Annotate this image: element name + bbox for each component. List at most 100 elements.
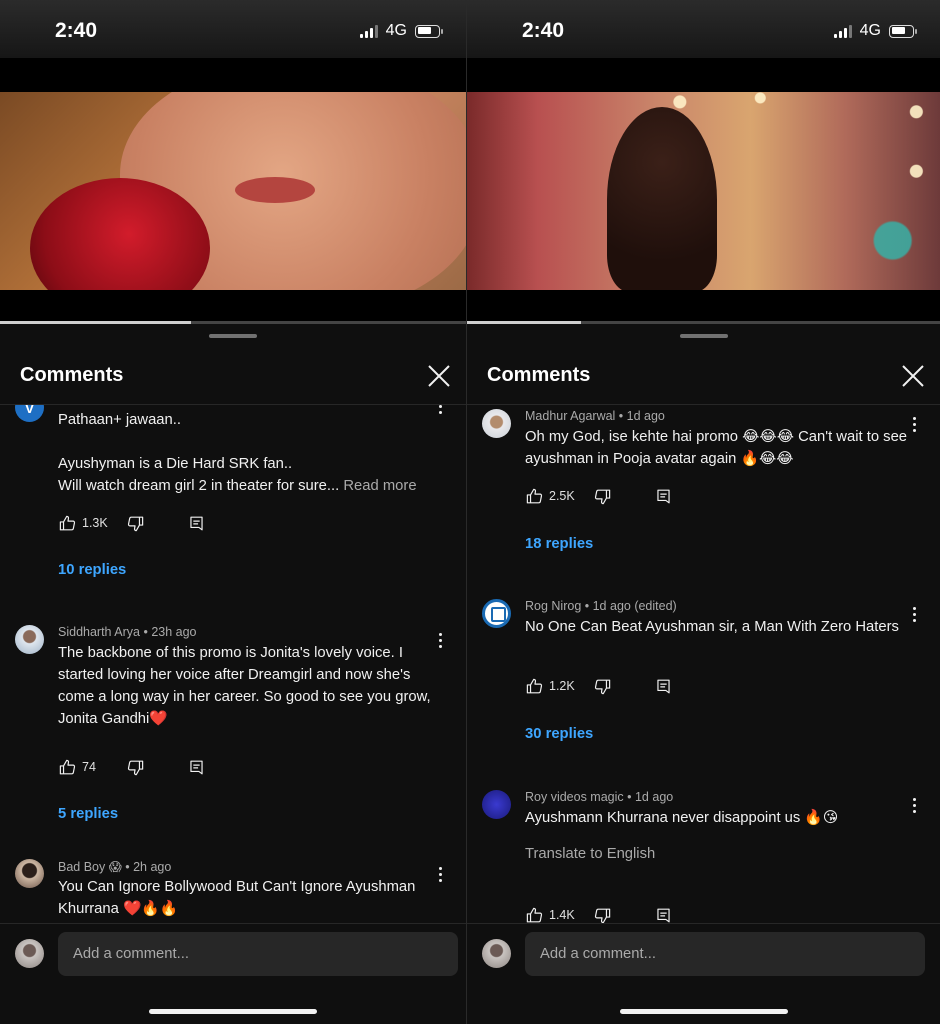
avatar[interactable]	[15, 859, 44, 888]
reply-icon	[190, 760, 203, 774]
comment-meta: Madhur Agarwal • 1d ago	[525, 409, 665, 423]
status-time: 2:40	[55, 19, 98, 42]
like-count: 2.5K	[549, 489, 575, 503]
close-icon	[428, 365, 450, 387]
video-progress-bar[interactable]	[0, 321, 466, 324]
dislike-button[interactable]	[593, 485, 612, 507]
view-replies-link[interactable]: 18 replies	[525, 536, 593, 552]
dislike-button[interactable]	[593, 675, 612, 697]
avatar[interactable]	[15, 625, 44, 654]
video-player[interactable]	[467, 58, 940, 324]
comment-meta: Bad Boy 😱 • 2h ago	[58, 860, 172, 874]
video-player[interactable]	[0, 58, 466, 324]
comments-sheet: Comments Madhur Agarwal • 1d ago Oh my G…	[467, 326, 940, 1024]
comment-text: Oh my God, ise kehte hai promo 😂😂😂 Can't…	[525, 429, 908, 467]
comment-author[interactable]: Bad Boy 😱	[58, 860, 122, 874]
signal-icon	[359, 24, 378, 38]
like-button[interactable]: 1.3K	[58, 512, 108, 534]
close-icon	[902, 365, 924, 387]
translate-link[interactable]: Translate to English	[525, 846, 655, 862]
comment-text: No One Can Beat Ayushman sir, a Man With…	[525, 619, 899, 635]
comment-time: 1d ago	[634, 790, 674, 804]
home-indicator[interactable]	[149, 1009, 317, 1014]
comment-author[interactable]: Rog Nirog	[525, 599, 581, 613]
like-count: 1.3K	[82, 516, 108, 530]
dislike-button[interactable]	[126, 756, 145, 778]
like-count: 74	[82, 760, 96, 774]
add-comment-input[interactable]	[525, 932, 925, 976]
view-replies-link[interactable]: 5 replies	[58, 806, 118, 822]
read-more-link[interactable]: Read more	[343, 478, 416, 494]
comment-text: The backbone of this promo is Jonita's l…	[58, 645, 431, 727]
dancer-image	[607, 107, 717, 290]
battery-icon	[415, 24, 443, 38]
like-button[interactable]: 1.2K	[525, 675, 575, 697]
avatar[interactable]	[482, 790, 511, 819]
comment-time: 1d ago (edited)	[592, 599, 677, 613]
like-count: 1.4K	[549, 908, 575, 922]
like-button[interactable]: 2.5K	[525, 485, 575, 507]
comment-composer	[0, 923, 466, 1024]
comment-time: 1d ago	[626, 409, 665, 423]
comment-author[interactable]: Siddharth Arya	[58, 625, 140, 639]
view-replies-link[interactable]: 30 replies	[525, 726, 593, 742]
home-indicator[interactable]	[619, 1009, 788, 1014]
thumbs-down-icon	[594, 908, 611, 923]
comments-title: Comments	[487, 364, 591, 386]
reply-button[interactable]	[187, 756, 206, 778]
comment-author[interactable]: Roy videos magic	[525, 790, 624, 804]
comment-meta: Siddharth Arya • 23h ago	[58, 625, 197, 639]
video-frame[interactable]	[0, 92, 466, 290]
dislike-button[interactable]	[593, 904, 612, 923]
comment-list[interactable]: Madhur Agarwal • 1d ago Oh my God, ise k…	[467, 405, 940, 923]
comment-text: You Can Ignore Bollywood But Can't Ignor…	[58, 879, 416, 917]
video-frame[interactable]	[467, 92, 940, 290]
avatar[interactable]	[482, 599, 511, 628]
comment-text: Pathaan+ jawaan.. Ayushyman is a Die Har…	[58, 412, 417, 494]
my-avatar	[15, 939, 44, 968]
close-button[interactable]	[422, 359, 456, 393]
network-type: 4G	[385, 22, 407, 39]
thumbs-up-icon	[526, 488, 543, 503]
dislike-button[interactable]	[126, 512, 145, 534]
comment-meta: Roy videos magic • 1d ago	[525, 790, 674, 804]
comments-title: Comments	[20, 364, 124, 386]
status-bar: 2:40 4G	[467, 0, 940, 58]
network-type: 4G	[859, 22, 881, 39]
close-button[interactable]	[896, 359, 930, 393]
reply-icon	[657, 679, 670, 693]
reply-button[interactable]	[654, 675, 673, 697]
avatar[interactable]: V	[15, 405, 44, 422]
like-button[interactable]: 1.4K	[525, 904, 575, 923]
reply-button[interactable]	[654, 904, 673, 923]
comment-actions: 1.4K	[525, 904, 725, 923]
left-screen: 2:40 4G Comments V Pathaan+ jawaan.. Ayu…	[0, 0, 466, 1024]
view-replies-link[interactable]: 10 replies	[58, 562, 126, 578]
drag-handle[interactable]	[209, 334, 257, 338]
status-time: 2:40	[522, 19, 565, 42]
status-bar: 2:40 4G	[0, 0, 466, 58]
reply-button[interactable]	[654, 485, 673, 507]
comment-time: 2h ago	[133, 860, 172, 874]
drag-handle[interactable]	[679, 334, 728, 338]
thumbs-up-icon	[59, 759, 76, 774]
reply-icon	[657, 908, 670, 922]
like-count: 1.2K	[549, 679, 575, 693]
thumbs-down-icon	[127, 516, 144, 531]
right-screen: 2:40 4G Comments Madhur Agarwal • 1d ago	[467, 0, 940, 1024]
thumbs-down-icon	[594, 679, 611, 694]
comment-actions: 2.5K	[525, 485, 725, 507]
thumbs-up-icon	[526, 678, 543, 693]
battery-icon	[889, 24, 917, 38]
add-comment-input[interactable]	[58, 932, 458, 976]
avatar[interactable]	[482, 409, 511, 438]
reply-button[interactable]	[187, 512, 206, 534]
comment-meta: Rog Nirog • 1d ago (edited)	[525, 599, 677, 613]
comment-author[interactable]: Madhur Agarwal	[525, 409, 615, 423]
video-progress-bar[interactable]	[467, 321, 940, 324]
video-progress-fill	[0, 321, 192, 324]
like-button[interactable]: 74	[58, 756, 96, 778]
comment-list[interactable]: V Pathaan+ jawaan.. Ayushyman is a Die H…	[0, 405, 466, 923]
comment-text: Ayushmann Khurrana never disappoint us 🔥…	[525, 810, 839, 826]
signal-icon	[833, 24, 852, 38]
